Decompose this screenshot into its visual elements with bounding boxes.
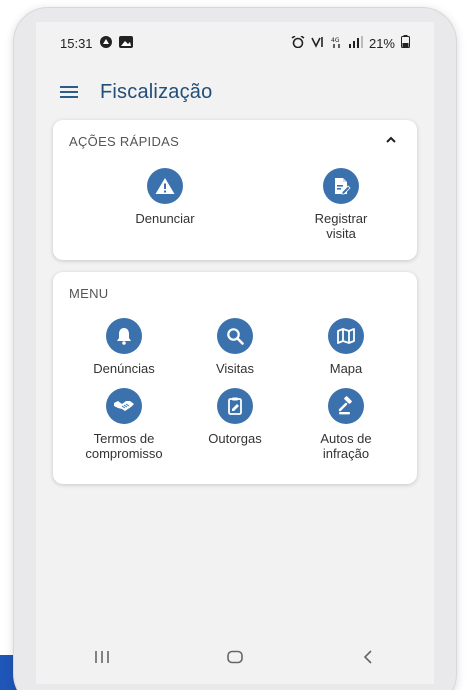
- app-screen: 15:31 4G 21% Fiscalização AÇÕES RÁPIDAS …: [36, 22, 434, 684]
- denunciar-button[interactable]: Denunciar: [105, 168, 225, 226]
- denuncias-button[interactable]: Denúncias: [69, 318, 179, 376]
- page-title: Fiscalização: [100, 80, 213, 103]
- hamburger-menu-icon[interactable]: [60, 86, 78, 98]
- termos-de-compromisso-button[interactable]: Termos de compromisso: [69, 388, 179, 461]
- svg-text:4G: 4G: [331, 37, 340, 44]
- map-icon: [328, 318, 364, 354]
- battery-percent: 21%: [368, 35, 395, 51]
- stage: 15:31 4G 21% Fiscalização AÇÕES RÁPIDAS …: [0, 0, 470, 690]
- mapa-button[interactable]: Mapa: [291, 318, 401, 376]
- status-bar-left: 15:31: [60, 35, 133, 52]
- alarm-icon: [291, 34, 305, 51]
- gavel-icon: [328, 388, 364, 424]
- quick-actions-card: AÇÕES RÁPIDAS Denunciar Registrar visita: [53, 120, 417, 260]
- status-time: 15:31: [60, 35, 93, 51]
- clipboard-edit-icon: [217, 388, 253, 424]
- termos-de-compromisso-label: Termos de compromisso: [85, 431, 163, 461]
- recent-apps-button[interactable]: [82, 648, 122, 669]
- signal-icon: [348, 35, 363, 51]
- home-button[interactable]: [215, 648, 255, 669]
- status-bar-right: 4G 21%: [291, 34, 410, 51]
- quick-actions-title: AÇÕES RÁPIDAS: [69, 134, 180, 149]
- handshake-icon: [106, 388, 142, 424]
- registrar-visita-label: Registrar visita: [314, 211, 368, 241]
- visitas-button[interactable]: Visitas: [180, 318, 290, 376]
- visitas-label: Visitas: [215, 361, 255, 376]
- outorgas-label: Outorgas: [208, 431, 262, 446]
- denuncias-label: Denúncias: [93, 361, 155, 376]
- volte-icon: [311, 36, 325, 51]
- menu-title: MENU: [69, 286, 109, 301]
- battery-icon: [401, 35, 410, 51]
- registrar-visita-button[interactable]: Registrar visita: [281, 168, 401, 241]
- gallery-icon: [118, 35, 133, 51]
- outorgas-button[interactable]: Outorgas: [180, 388, 290, 446]
- autos-de-infracao-button[interactable]: Autos de infração: [291, 388, 401, 461]
- denunciar-label: Denunciar: [135, 211, 195, 226]
- edit-document-icon: [323, 168, 359, 204]
- chevron-up-icon[interactable]: [383, 132, 399, 148]
- autos-de-infracao-label: Autos de infração: [320, 431, 372, 461]
- mapa-label: Mapa: [329, 361, 363, 376]
- back-button[interactable]: [348, 648, 388, 669]
- bell-icon: [106, 318, 142, 354]
- notification-icon: [99, 35, 113, 52]
- app-bar: Fiscalização: [36, 72, 434, 112]
- warning-icon: [147, 168, 183, 204]
- network-4g-icon: 4G: [331, 36, 343, 51]
- menu-card: MENU Denúncias Visitas Mapa Termos de co…: [53, 272, 417, 484]
- status-bar: 15:31 4G 21%: [36, 22, 434, 64]
- search-icon: [217, 318, 253, 354]
- system-navigation-bar: [36, 632, 434, 684]
